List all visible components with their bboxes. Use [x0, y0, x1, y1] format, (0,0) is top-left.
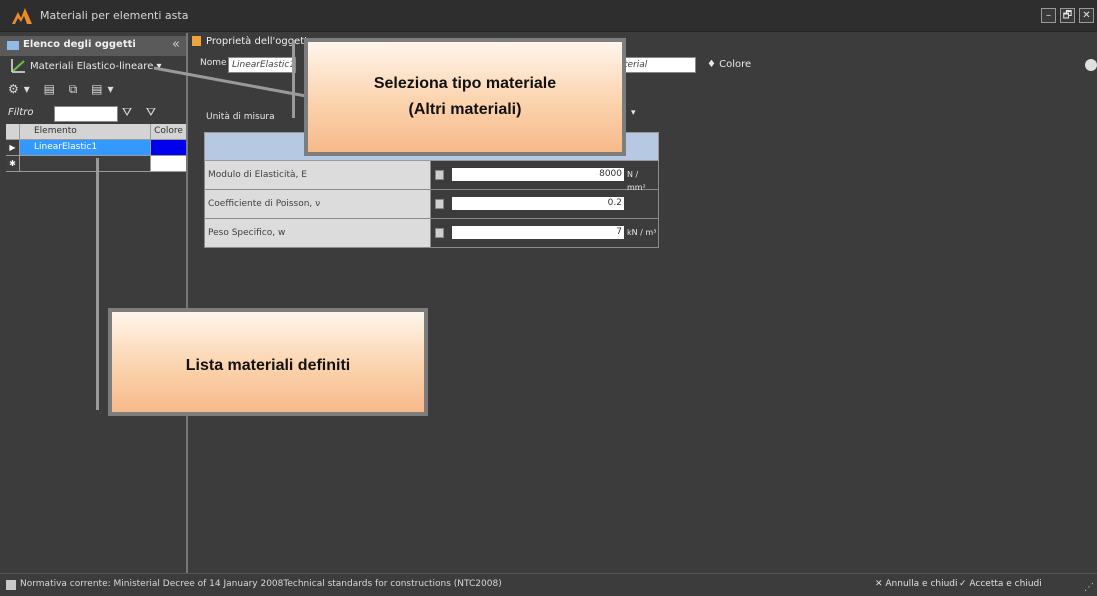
close-button[interactable]: ✕ — [1079, 8, 1094, 23]
calculator-icon[interactable] — [435, 199, 444, 209]
current-standard: Normativa corrente: Ministerial Decree o… — [20, 579, 502, 589]
material-name-cell[interactable]: LinearElastic1 — [20, 140, 150, 156]
grid-header-corner — [6, 124, 20, 140]
units-label: Unità di misura — [206, 112, 275, 122]
description-input[interactable]: terial — [620, 57, 696, 73]
filter-row: Filtro ⛛ ⛛ — [4, 104, 184, 122]
properties-icon — [192, 36, 201, 46]
property-row: Modulo di Elasticità, E 8000 N / mm² — [204, 161, 659, 192]
objects-panel-title: Elenco degli oggetti — [23, 39, 136, 50]
property-value-input[interactable]: 0.2 — [452, 197, 624, 210]
restore-button[interactable]: 🗗 — [1060, 8, 1075, 23]
material-color-cell[interactable] — [150, 140, 186, 156]
filter-icons[interactable]: ⛛ ⛛ — [122, 105, 161, 120]
collapse-panel-button[interactable]: « — [172, 37, 180, 52]
accept-close-button[interactable]: ✓ Accetta e chiudi — [959, 579, 1042, 589]
new-material-name-cell[interactable] — [20, 156, 150, 172]
app-logo-icon — [12, 8, 32, 24]
materials-window: Materiali per elementi asta – 🗗 ✕ Elenco… — [0, 0, 1097, 596]
property-name: Modulo di Elasticità, E — [205, 161, 431, 189]
callout-materials-list: Lista materiali definiti — [108, 308, 428, 416]
title-bar: Materiali per elementi asta – 🗗 ✕ — [0, 0, 1097, 32]
callout-connector — [96, 158, 99, 410]
property-row: Peso Specifico, w 7 kN / m³ — [204, 219, 659, 248]
color-button[interactable]: ♦ Colore — [707, 59, 751, 70]
units-dropdown[interactable]: ▾ — [631, 108, 636, 118]
table-row[interactable]: ▶ LinearElastic1 — [6, 140, 186, 156]
window-title: Materiali per elementi asta — [40, 9, 189, 22]
material-type-dropdown[interactable]: Materiali Elastico-lineare ▾ — [10, 58, 162, 74]
filter-input[interactable] — [54, 106, 118, 122]
property-name: Peso Specifico, w — [205, 219, 431, 247]
calculator-icon[interactable] — [435, 170, 444, 180]
callout-material-type: Seleziona tipo materiale (Altri material… — [304, 38, 626, 156]
grid-header-row: Elemento Colore — [6, 124, 186, 140]
row-marker: ▶ — [6, 140, 20, 156]
column-header-color[interactable]: Colore — [150, 124, 186, 140]
list-icon — [7, 41, 19, 50]
material-type-label: Materiali Elastico-lineare ▾ — [30, 61, 162, 72]
filter-label: Filtro — [8, 107, 34, 118]
help-icon[interactable] — [1085, 59, 1097, 71]
property-value-input[interactable]: 7 — [452, 226, 624, 239]
color-button-label: Colore — [719, 59, 752, 70]
cancel-close-button[interactable]: ✕ Annulla e chiudi — [875, 579, 958, 589]
new-material-color-cell[interactable] — [150, 156, 186, 172]
property-value-input[interactable]: 8000 — [452, 168, 624, 181]
property-unit: kN / m³ — [627, 228, 657, 237]
properties-header: Proprietà dell'oggetto — [192, 36, 314, 47]
objects-panel: Elenco degli oggetti « Materiali Elastic… — [0, 33, 188, 573]
new-row-marker: ✱ — [6, 156, 20, 172]
paint-bucket-icon: ♦ — [707, 59, 716, 70]
callout-material-type-line2: (Altri materiali) — [408, 101, 522, 118]
callout-material-type-line1: Seleziona tipo materiale — [373, 75, 557, 92]
objects-panel-header: Elenco degli oggetti « — [0, 36, 186, 56]
property-row: Coefficiente di Poisson, ν 0.2 — [204, 190, 659, 219]
properties-title: Proprietà dell'oggetto — [206, 36, 315, 47]
material-chart-icon — [11, 59, 25, 73]
property-name: Coefficiente di Poisson, ν — [205, 190, 431, 218]
minimize-button[interactable]: – — [1041, 8, 1056, 23]
callout-connector — [153, 66, 307, 98]
objects-toolbar[interactable]: ⚙▾ ▤ ⧉ ▤▾ — [8, 82, 119, 97]
status-bar: Normativa corrente: Ministerial Decree o… — [0, 573, 1097, 596]
book-icon — [6, 580, 16, 590]
resize-grip-icon[interactable]: ⋰ — [1084, 582, 1094, 593]
calculator-icon[interactable] — [435, 228, 444, 238]
column-header-element[interactable]: Elemento — [20, 124, 150, 140]
